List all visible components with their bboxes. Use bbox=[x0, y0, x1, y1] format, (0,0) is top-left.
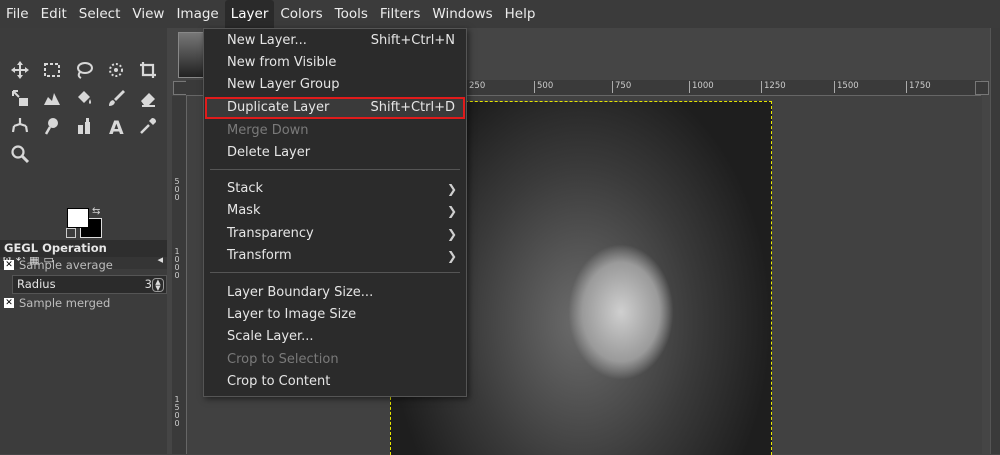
ruler-mark: 0 bbox=[174, 271, 180, 280]
text-tool-icon[interactable]: A bbox=[100, 112, 132, 140]
menu-item-new-layer[interactable]: New Layer... Shift+Ctrl+N bbox=[204, 30, 466, 52]
sample-average-option[interactable]: ✕ Sample average bbox=[4, 258, 113, 272]
menu-item-duplicate-layer[interactable]: Duplicate Layer Shift+Ctrl+D bbox=[205, 97, 465, 119]
move-tool-icon[interactable] bbox=[4, 56, 36, 84]
zoom-image-when-window-size-changes-icon[interactable] bbox=[975, 81, 989, 95]
submenu-arrow-icon: ❯ bbox=[446, 227, 457, 241]
foreground-color-swatch[interactable] bbox=[67, 208, 89, 228]
ruler-mark: 0 bbox=[174, 419, 180, 428]
submenu-arrow-icon: ❯ bbox=[446, 204, 457, 218]
submenu-arrow-icon: ❯ bbox=[446, 249, 457, 263]
bucket-fill-tool-icon[interactable] bbox=[68, 84, 100, 112]
ruler-mark: 1750 bbox=[906, 81, 931, 93]
sample-average-checkbox[interactable]: ✕ bbox=[4, 260, 14, 270]
radius-spinbox[interactable]: Radius 3 ▲ ▼ bbox=[12, 275, 167, 294]
sample-merged-label: Sample merged bbox=[19, 296, 111, 310]
unified-transform-tool-icon[interactable] bbox=[4, 84, 36, 112]
radius-spin-icon[interactable]: ▲ ▼ bbox=[152, 278, 164, 292]
menu-item-mask[interactable]: Mask ❯ bbox=[204, 200, 466, 222]
sample-merged-option[interactable]: ✕ Sample merged bbox=[4, 296, 110, 310]
fg-bg-color-selector[interactable]: ⇆ bbox=[64, 206, 104, 242]
sample-merged-checkbox[interactable]: ✕ bbox=[4, 298, 14, 308]
menu-separator bbox=[210, 272, 460, 273]
ruler-mark: 1500 bbox=[834, 81, 859, 93]
ruler-mark: 250 bbox=[466, 81, 485, 93]
layer-menu-dropdown: New Layer... Shift+Ctrl+N New from Visibl… bbox=[203, 28, 467, 397]
menu-item-crop-to-content[interactable]: Crop to Content bbox=[204, 371, 466, 393]
menu-help[interactable]: Help bbox=[499, 0, 542, 28]
menu-item-new-from-visible[interactable]: New from Visible bbox=[204, 52, 466, 74]
menu-item-merge-down[interactable]: Merge Down bbox=[204, 120, 466, 142]
menu-item-transform[interactable]: Transform ❯ bbox=[204, 245, 466, 267]
menu-item-crop-to-selection[interactable]: Crop to Selection bbox=[204, 349, 466, 371]
menu-item-transparency[interactable]: Transparency ❯ bbox=[204, 223, 466, 245]
ruler-mark: 1000 bbox=[689, 81, 714, 93]
menu-item-stack[interactable]: Stack ❯ bbox=[204, 178, 466, 200]
menu-separator bbox=[210, 169, 460, 170]
lasso-tool-icon[interactable] bbox=[68, 56, 100, 84]
vertical-ruler[interactable]: 5 0 0 1 0 0 0 1 5 0 0 bbox=[172, 96, 187, 454]
menu-select[interactable]: Select bbox=[73, 0, 127, 28]
menu-filters[interactable]: Filters bbox=[374, 0, 426, 28]
color-picker-tool-icon[interactable] bbox=[132, 112, 164, 140]
ruler-mark: 750 bbox=[612, 81, 631, 93]
svg-text:A: A bbox=[109, 117, 124, 136]
menu-item-layer-to-image-size[interactable]: Layer to Image Size bbox=[204, 304, 466, 326]
rect-select-tool-icon[interactable] bbox=[36, 56, 68, 84]
fuzzy-select-tool-icon[interactable] bbox=[100, 56, 132, 84]
menu-item-scale-layer[interactable]: Scale Layer... bbox=[204, 326, 466, 348]
tool-options-title: GEGL Operation bbox=[0, 240, 171, 257]
menu-edit[interactable]: Edit bbox=[35, 0, 73, 28]
clone-tool-icon[interactable] bbox=[4, 112, 36, 140]
menu-windows[interactable]: Windows bbox=[426, 0, 498, 28]
radius-value[interactable]: 3 bbox=[145, 276, 152, 293]
menu-colors[interactable]: Colors bbox=[274, 0, 328, 28]
paintbrush-tool-icon[interactable] bbox=[100, 84, 132, 112]
menu-image[interactable]: Image bbox=[170, 0, 224, 28]
dodge-burn-tool-icon[interactable] bbox=[68, 112, 100, 140]
menu-tools[interactable]: Tools bbox=[329, 0, 374, 28]
menu-layer[interactable]: Layer bbox=[224, 0, 275, 28]
menu-file[interactable]: File bbox=[0, 0, 35, 28]
warp-transform-tool-icon[interactable] bbox=[36, 84, 68, 112]
menu-item-layer-boundary-size[interactable]: Layer Boundary Size... bbox=[204, 282, 466, 304]
menu-item-new-layer-group[interactable]: New Layer Group bbox=[204, 74, 466, 96]
smudge-tool-icon[interactable] bbox=[36, 112, 68, 140]
zoom-tool-icon[interactable] bbox=[4, 140, 36, 168]
ruler-mark: 500 bbox=[534, 81, 553, 93]
swap-colors-icon[interactable]: ⇆ bbox=[92, 206, 100, 217]
tool-grid: A bbox=[4, 56, 164, 168]
right-dock-edge[interactable] bbox=[990, 28, 1000, 454]
reset-colors-icon[interactable] bbox=[66, 228, 76, 238]
submenu-arrow-icon: ❯ bbox=[446, 182, 457, 196]
quick-mask-menu-icon[interactable] bbox=[173, 81, 187, 95]
menu-item-delete-layer[interactable]: Delete Layer bbox=[204, 142, 466, 164]
radius-label: Radius bbox=[17, 277, 56, 291]
sample-average-label: Sample average bbox=[19, 258, 113, 272]
menu-view[interactable]: View bbox=[126, 0, 170, 28]
ruler-mark: 0 bbox=[174, 193, 180, 202]
menubar: File Edit Select View Image Layer Colors… bbox=[0, 0, 1000, 28]
ruler-mark: 1250 bbox=[761, 81, 786, 93]
eraser-tool-icon[interactable] bbox=[132, 84, 164, 112]
crop-tool-icon[interactable] bbox=[132, 56, 164, 84]
